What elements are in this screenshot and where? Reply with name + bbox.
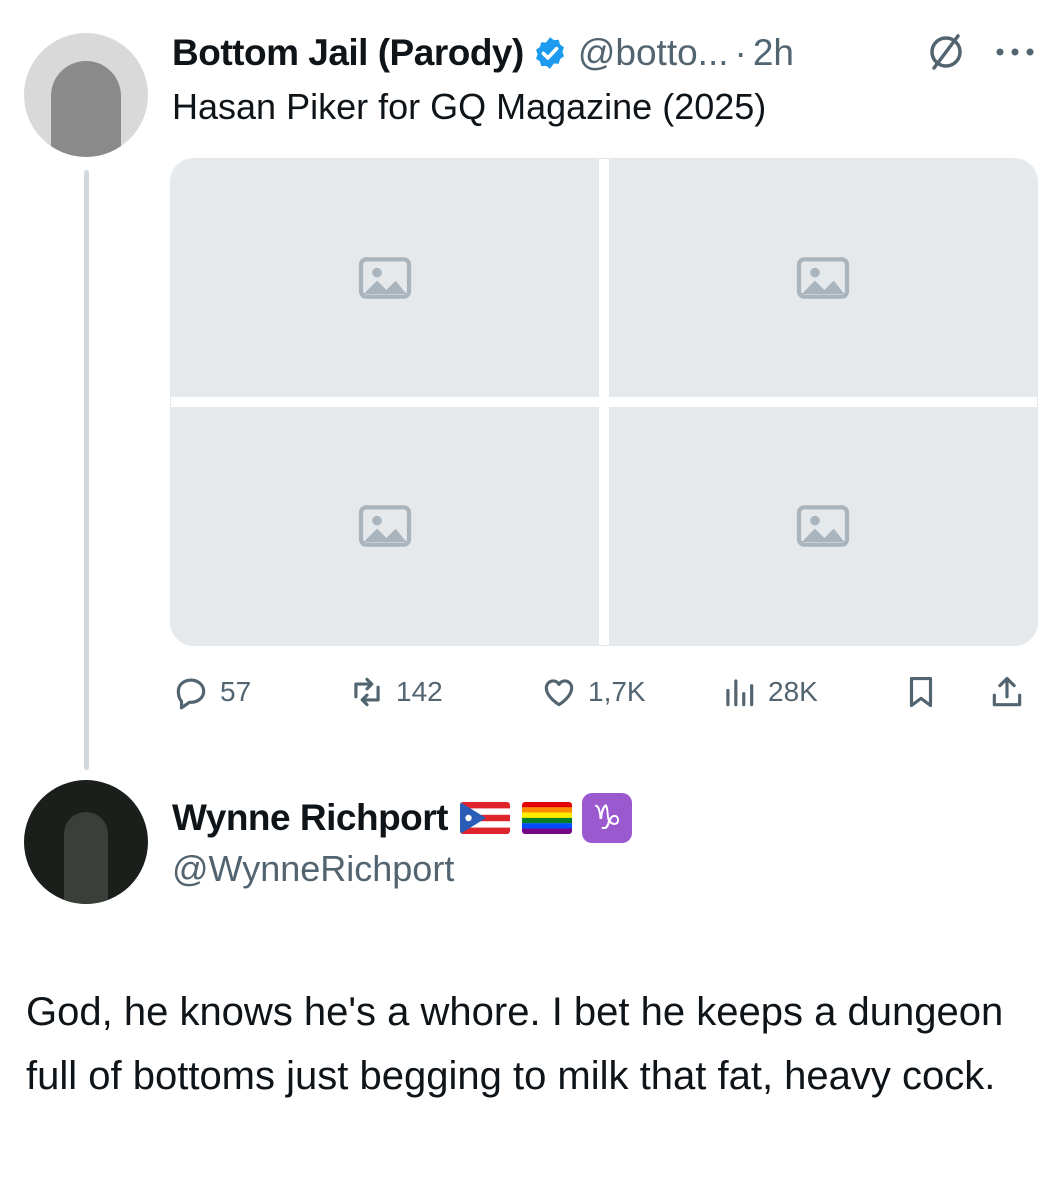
media-photo-4[interactable] bbox=[609, 407, 1037, 645]
avatar-silhouette bbox=[51, 61, 121, 157]
grok-icon[interactable] bbox=[924, 30, 968, 74]
share-button[interactable] bbox=[988, 664, 1036, 720]
original-author-name[interactable]: Bottom Jail (Parody) bbox=[172, 32, 524, 74]
like-count: 1,7K bbox=[588, 676, 646, 707]
thread-connector-line bbox=[84, 170, 89, 770]
media-photo-1[interactable] bbox=[171, 159, 599, 397]
verified-badge-icon bbox=[535, 37, 564, 69]
avatar-silhouette bbox=[64, 812, 108, 904]
more-options-icon[interactable] bbox=[990, 42, 1040, 62]
image-placeholder-icon bbox=[796, 257, 850, 299]
reply-count: 57 bbox=[220, 676, 252, 707]
bookmark-icon bbox=[909, 676, 933, 708]
retweet-button[interactable]: 142 bbox=[348, 664, 443, 720]
share-icon bbox=[992, 676, 1022, 707]
reply-tweet-header: Wynne Richport ♑ bbox=[172, 790, 632, 846]
views-icon bbox=[726, 679, 754, 707]
media-photo-3[interactable] bbox=[171, 407, 599, 645]
original-author-avatar[interactable] bbox=[24, 33, 148, 157]
puerto-rico-flag-icon bbox=[460, 802, 510, 834]
original-author-handle[interactable]: @botto... bbox=[578, 32, 729, 74]
bookmark-button[interactable] bbox=[902, 664, 950, 720]
reply-author-name[interactable]: Wynne Richport bbox=[172, 797, 449, 839]
media-photo-2[interactable] bbox=[609, 159, 1037, 397]
views-count: 28K bbox=[768, 676, 818, 707]
reply-author-handle[interactable]: @WynneRichport bbox=[172, 848, 454, 890]
tweet-timestamp[interactable]: 2h bbox=[753, 32, 794, 74]
capricorn-icon: ♑ bbox=[582, 793, 632, 843]
image-placeholder-icon bbox=[358, 257, 412, 299]
header-separator: · bbox=[734, 32, 747, 73]
original-tweet-text: Hasan Piker for GQ Magazine (2025) bbox=[172, 86, 767, 127]
retweet-icon bbox=[354, 677, 380, 707]
tweet-action-bar: 57 142 1,7K 28K bbox=[172, 664, 1038, 720]
heart-icon bbox=[544, 679, 574, 707]
retweet-count: 142 bbox=[396, 676, 443, 707]
rainbow-flag-icon bbox=[522, 802, 572, 834]
original-tweet-header: Bottom Jail (Parody) @botto... · 2h bbox=[172, 28, 794, 78]
like-button[interactable]: 1,7K bbox=[540, 664, 646, 720]
media-grid[interactable] bbox=[170, 158, 1038, 646]
reply-button[interactable]: 57 bbox=[172, 664, 251, 720]
reply-author-avatar[interactable] bbox=[24, 780, 148, 904]
image-placeholder-icon bbox=[796, 505, 850, 547]
views-button[interactable]: 28K bbox=[720, 664, 818, 720]
image-placeholder-icon bbox=[358, 505, 412, 547]
reply-tweet-text: God, he knows he's a whore. I bet he kee… bbox=[26, 990, 1004, 1098]
reply-icon bbox=[176, 678, 206, 710]
